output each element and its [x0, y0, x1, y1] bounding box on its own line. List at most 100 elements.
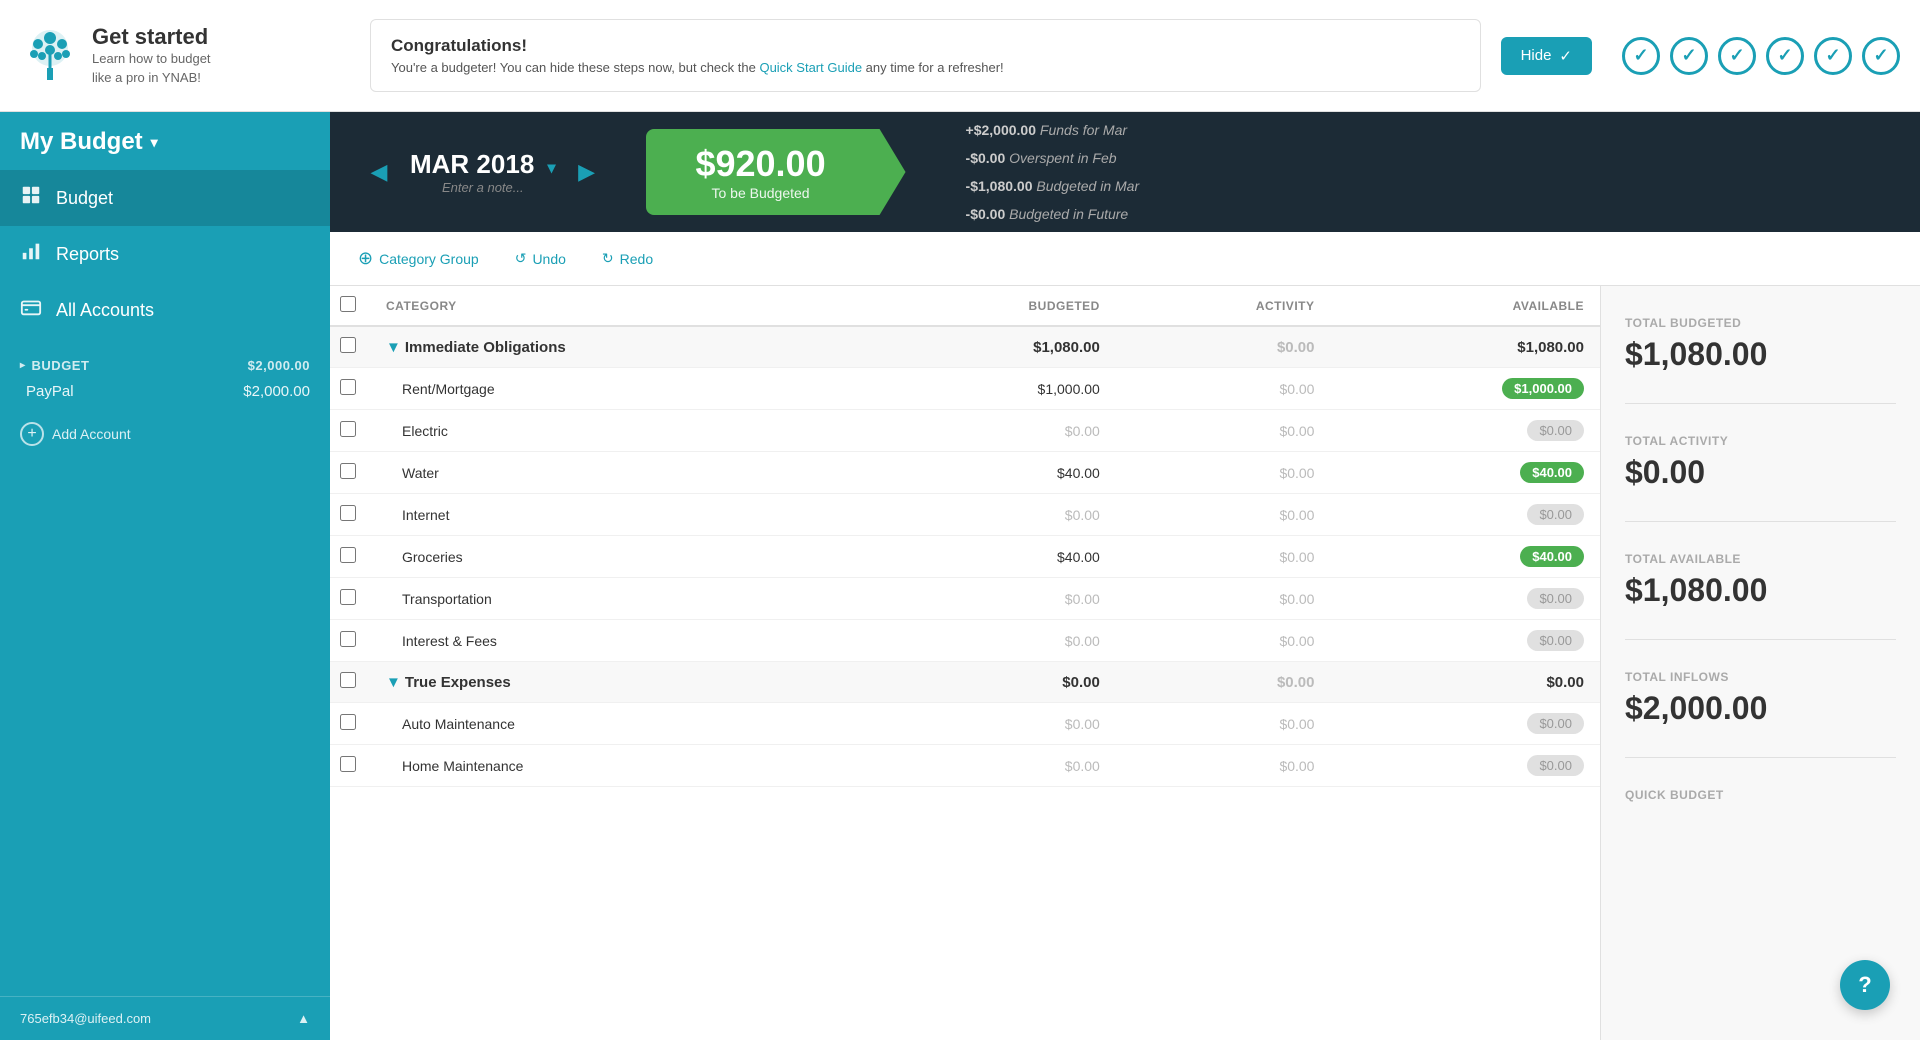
- available-col-header: AVAILABLE: [1330, 286, 1600, 326]
- budget-bar: ◀ MAR 2018 ▾ Enter a note... ▶ $920.00 T…: [330, 112, 1920, 232]
- budgeted-cell: $1,080.00: [871, 326, 1116, 368]
- total-budgeted-label: TOTAL BUDGETED: [1625, 316, 1896, 330]
- user-menu-icon[interactable]: ▲: [297, 1011, 310, 1026]
- month-dropdown-icon: ▾: [548, 160, 556, 177]
- budgeted-cell[interactable]: $40.00: [871, 536, 1116, 578]
- category-col-header: CATEGORY: [370, 286, 871, 326]
- check-2[interactable]: ✓: [1670, 37, 1708, 75]
- table-row: ▼Immediate Obligations$1,080.00$0.00$1,0…: [330, 326, 1600, 368]
- activity-cell: $0.00: [1116, 620, 1331, 662]
- congrats-body: You're a budgeter! You can hide these st…: [391, 60, 1460, 75]
- budget-note[interactable]: Enter a note...: [410, 180, 556, 195]
- budget-dropdown-icon: ▾: [151, 134, 158, 151]
- budgeted-cell[interactable]: $0.00: [871, 620, 1116, 662]
- activity-cell: $0.00: [1116, 578, 1331, 620]
- prev-month-button[interactable]: ◀: [360, 153, 398, 191]
- activity-cell: $0.00: [1116, 452, 1331, 494]
- check-4[interactable]: ✓: [1766, 37, 1804, 75]
- total-budgeted-value: $1,080.00: [1625, 336, 1896, 373]
- table-row: Water$40.00$0.00$40.00: [330, 452, 1600, 494]
- help-fab-button[interactable]: ?: [1840, 960, 1890, 1010]
- check-3[interactable]: ✓: [1718, 37, 1756, 75]
- logo-text: Get started Learn how to budget like a p…: [92, 24, 211, 86]
- row-checkbox-7[interactable]: [340, 631, 356, 647]
- select-all-header: [330, 286, 370, 326]
- checkmark-icon: ✓: [1559, 47, 1572, 65]
- quick-start-link[interactable]: Quick Start Guide: [759, 60, 862, 75]
- sidebar-nav: Budget Reports All Accounts: [0, 160, 330, 348]
- sidebar: My Budget ▾ Budget Reports All Accoun: [0, 112, 330, 1040]
- quick-budget-section: QUICK BUDGET: [1625, 788, 1896, 802]
- undo-button[interactable]: ↺ Undo: [507, 246, 574, 271]
- table-row: Auto Maintenance$0.00$0.00$0.00: [330, 703, 1600, 745]
- plus-circle-icon: +: [20, 422, 44, 446]
- row-checkbox-6[interactable]: [340, 589, 356, 605]
- available-cell: $1,000.00: [1330, 368, 1600, 410]
- budget-table-wrapper: CATEGORY BUDGETED ACTIVITY AVAILABLE ▼Im…: [330, 286, 1920, 1040]
- available-cell: $40.00: [1330, 536, 1600, 578]
- row-checkbox-0[interactable]: [340, 337, 356, 353]
- category-name: Groceries: [370, 536, 871, 578]
- total-activity-label: TOTAL ACTIVITY: [1625, 434, 1896, 448]
- category-name[interactable]: ▼Immediate Obligations: [370, 326, 871, 368]
- available-cell: $0.00: [1330, 494, 1600, 536]
- category-name: Electric: [370, 410, 871, 452]
- available-cell: $0.00: [1330, 745, 1600, 787]
- tagline: Learn how to budget like a pro in YNAB!: [92, 50, 211, 86]
- my-budget-title[interactable]: My Budget ▾: [0, 112, 330, 160]
- paypal-account[interactable]: PayPal $2,000.00: [0, 377, 330, 406]
- hide-button[interactable]: Hide ✓: [1501, 37, 1592, 75]
- budgeted-cell[interactable]: $0.00: [871, 745, 1116, 787]
- check-6[interactable]: ✓: [1862, 37, 1900, 75]
- to-budget-amount: $920.00: [676, 143, 846, 185]
- table-row: ▼True Expenses$0.00$0.00$0.00: [330, 662, 1600, 703]
- total-inflows-label: TOTAL INFLOWS: [1625, 670, 1896, 684]
- left-arrow-icon: ◀: [371, 159, 388, 185]
- add-account-button[interactable]: + Add Account: [20, 422, 310, 446]
- category-name[interactable]: ▼True Expenses: [370, 662, 871, 703]
- sidebar-item-all-accounts[interactable]: All Accounts: [0, 282, 330, 338]
- row-checkbox-1[interactable]: [340, 379, 356, 395]
- row-checkbox-2[interactable]: [340, 421, 356, 437]
- check-5[interactable]: ✓: [1814, 37, 1852, 75]
- row-checkbox-3[interactable]: [340, 463, 356, 479]
- check-1[interactable]: ✓: [1622, 37, 1660, 75]
- available-cell: $0.00: [1330, 410, 1600, 452]
- row-checkbox-8[interactable]: [340, 672, 356, 688]
- activity-cell: $0.00: [1116, 326, 1331, 368]
- sidebar-item-budget[interactable]: Budget: [0, 170, 330, 226]
- quick-budget-label: QUICK BUDGET: [1625, 788, 1896, 802]
- total-available-block: TOTAL AVAILABLE $1,080.00: [1625, 552, 1896, 640]
- select-all-checkbox[interactable]: [340, 296, 356, 312]
- budgeted-cell[interactable]: $1,000.00: [871, 368, 1116, 410]
- sidebar-item-reports[interactable]: Reports: [0, 226, 330, 282]
- budgeted-cell[interactable]: $40.00: [871, 452, 1116, 494]
- budgeted-cell[interactable]: $0.00: [871, 578, 1116, 620]
- budgeted-cell[interactable]: $0.00: [871, 410, 1116, 452]
- budgeted-col-header: BUDGETED: [871, 286, 1116, 326]
- get-started-title: Get started: [92, 24, 211, 50]
- main-layout: My Budget ▾ Budget Reports All Accoun: [0, 112, 1920, 1040]
- next-month-button[interactable]: ▶: [568, 153, 606, 191]
- row-checkbox-4[interactable]: [340, 505, 356, 521]
- budgeted-cell[interactable]: $0.00: [871, 494, 1116, 536]
- activity-cell: $0.00: [1116, 536, 1331, 578]
- category-name: Home Maintenance: [370, 745, 871, 787]
- category-name: Internet: [370, 494, 871, 536]
- budget-details: +$2,000.00 Funds for Mar -$0.00 Overspen…: [966, 116, 1140, 228]
- logo-area: Get started Learn how to budget like a p…: [20, 24, 350, 86]
- total-available-label: TOTAL AVAILABLE: [1625, 552, 1896, 566]
- row-checkbox-10[interactable]: [340, 756, 356, 772]
- row-checkbox-5[interactable]: [340, 547, 356, 563]
- add-category-group-button[interactable]: ⊕ Category Group: [350, 244, 487, 273]
- budgeted-cell[interactable]: $0.00: [871, 703, 1116, 745]
- category-name: Transportation: [370, 578, 871, 620]
- budget-chevron-icon: ▸: [20, 360, 26, 371]
- row-checkbox-9[interactable]: [340, 714, 356, 730]
- plus-icon: ⊕: [358, 248, 373, 269]
- redo-button[interactable]: ↻ Redo: [594, 246, 661, 271]
- congrats-title: Congratulations!: [391, 36, 1460, 56]
- undo-icon: ↺: [515, 250, 527, 267]
- table-row: Groceries$40.00$0.00$40.00: [330, 536, 1600, 578]
- activity-cell: $0.00: [1116, 410, 1331, 452]
